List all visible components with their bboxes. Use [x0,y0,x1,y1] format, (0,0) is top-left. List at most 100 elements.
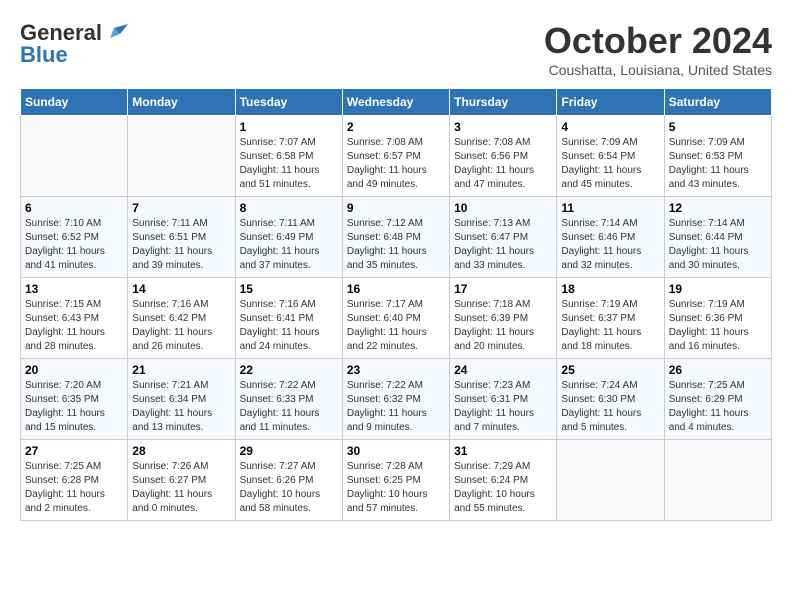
day-info: Sunrise: 7:17 AM Sunset: 6:40 PM Dayligh… [347,298,445,354]
day-number: 7 [132,201,230,215]
day-number: 9 [347,201,445,215]
day-info: Sunrise: 7:25 AM Sunset: 6:29 PM Dayligh… [669,379,767,435]
calendar-cell: 1 Sunrise: 7:07 AM Sunset: 6:58 PM Daylig… [235,116,342,197]
day-info: Sunrise: 7:14 AM Sunset: 6:44 PM Dayligh… [669,217,767,273]
month-title: October 2024 [544,20,772,62]
day-number: 12 [669,201,767,215]
day-info: Sunrise: 7:10 AM Sunset: 6:52 PM Dayligh… [25,217,123,273]
calendar-cell: 10 Sunrise: 7:13 AM Sunset: 6:47 PM Dayli… [450,197,557,278]
day-number: 6 [25,201,123,215]
day-info: Sunrise: 7:23 AM Sunset: 6:31 PM Dayligh… [454,379,552,435]
weekday-header-friday: Friday [557,89,664,116]
calendar-cell [21,116,128,197]
day-info: Sunrise: 7:24 AM Sunset: 6:30 PM Dayligh… [561,379,659,435]
calendar-cell: 29Sunrise: 7:27 AM Sunset: 6:26 PM Dayli… [235,440,342,521]
day-number: 15 [240,282,338,296]
calendar-cell: 24 Sunrise: 7:23 AM Sunset: 6:31 PM Dayli… [450,359,557,440]
calendar-cell: 16 Sunrise: 7:17 AM Sunset: 6:40 PM Dayli… [342,278,449,359]
calendar-cell: 27 Sunrise: 7:25 AM Sunset: 6:28 PM Dayli… [21,440,128,521]
calendar-cell: 28 Sunrise: 7:26 AM Sunset: 6:27 PM Dayli… [128,440,235,521]
calendar-cell: 9 Sunrise: 7:12 AM Sunset: 6:48 PM Daylig… [342,197,449,278]
location-subtitle: Coushatta, Louisiana, United States [544,62,772,78]
calendar-cell: 6 Sunrise: 7:10 AM Sunset: 6:52 PM Daylig… [21,197,128,278]
calendar-cell: 7Sunrise: 7:11 AM Sunset: 6:51 PM Daylig… [128,197,235,278]
calendar-table: SundayMondayTuesdayWednesdayThursdayFrid… [20,88,772,521]
day-number: 13 [25,282,123,296]
day-number: 11 [561,201,659,215]
day-number: 19 [669,282,767,296]
day-info: Sunrise: 7:25 AM Sunset: 6:28 PM Dayligh… [25,460,123,516]
calendar-cell: 21Sunrise: 7:21 AM Sunset: 6:34 PM Dayli… [128,359,235,440]
page-header: General Blue October 2024 Coushatta, Lou… [20,20,772,78]
title-block: October 2024 Coushatta, Louisiana, Unite… [544,20,772,78]
weekday-header-row: SundayMondayTuesdayWednesdayThursdayFrid… [21,89,772,116]
calendar-cell [664,440,771,521]
day-number: 28 [132,444,230,458]
weekday-header-saturday: Saturday [664,89,771,116]
calendar-cell [128,116,235,197]
day-number: 1 [240,120,338,134]
day-number: 26 [669,363,767,377]
day-info: Sunrise: 7:07 AM Sunset: 6:58 PM Dayligh… [240,136,338,192]
calendar-cell: 22Sunrise: 7:22 AM Sunset: 6:33 PM Dayli… [235,359,342,440]
calendar-week-row: 1 Sunrise: 7:07 AM Sunset: 6:58 PM Daylig… [21,116,772,197]
weekday-header-sunday: Sunday [21,89,128,116]
weekday-header-wednesday: Wednesday [342,89,449,116]
day-info: Sunrise: 7:27 AM Sunset: 6:26 PM Dayligh… [240,460,338,516]
day-number: 18 [561,282,659,296]
calendar-cell: 25 Sunrise: 7:24 AM Sunset: 6:30 PM Dayli… [557,359,664,440]
day-info: Sunrise: 7:16 AM Sunset: 6:41 PM Dayligh… [240,298,338,354]
calendar-cell: 12 Sunrise: 7:14 AM Sunset: 6:44 PM Dayli… [664,197,771,278]
calendar-cell: 13 Sunrise: 7:15 AM Sunset: 6:43 PM Dayli… [21,278,128,359]
day-number: 24 [454,363,552,377]
day-info: Sunrise: 7:12 AM Sunset: 6:48 PM Dayligh… [347,217,445,273]
logo: General Blue [20,20,128,68]
day-number: 20 [25,363,123,377]
weekday-header-monday: Monday [128,89,235,116]
calendar-cell: 15 Sunrise: 7:16 AM Sunset: 6:41 PM Dayli… [235,278,342,359]
day-info: Sunrise: 7:14 AM Sunset: 6:46 PM Dayligh… [561,217,659,273]
calendar-cell: 30 Sunrise: 7:28 AM Sunset: 6:25 PM Dayli… [342,440,449,521]
day-number: 8 [240,201,338,215]
logo-text-blue: Blue [20,42,68,68]
day-info: Sunrise: 7:15 AM Sunset: 6:43 PM Dayligh… [25,298,123,354]
calendar-week-row: 13 Sunrise: 7:15 AM Sunset: 6:43 PM Dayli… [21,278,772,359]
calendar-cell: 4 Sunrise: 7:09 AM Sunset: 6:54 PM Daylig… [557,116,664,197]
day-number: 27 [25,444,123,458]
logo-bird-icon [106,24,128,42]
day-info: Sunrise: 7:09 AM Sunset: 6:53 PM Dayligh… [669,136,767,192]
day-info: Sunrise: 7:26 AM Sunset: 6:27 PM Dayligh… [132,460,230,516]
day-info: Sunrise: 7:28 AM Sunset: 6:25 PM Dayligh… [347,460,445,516]
weekday-header-tuesday: Tuesday [235,89,342,116]
day-info: Sunrise: 7:19 AM Sunset: 6:36 PM Dayligh… [669,298,767,354]
day-number: 16 [347,282,445,296]
day-number: 30 [347,444,445,458]
calendar-week-row: 27 Sunrise: 7:25 AM Sunset: 6:28 PM Dayli… [21,440,772,521]
day-info: Sunrise: 7:13 AM Sunset: 6:47 PM Dayligh… [454,217,552,273]
day-info: Sunrise: 7:16 AM Sunset: 6:42 PM Dayligh… [132,298,230,354]
calendar-cell: 11 Sunrise: 7:14 AM Sunset: 6:46 PM Dayli… [557,197,664,278]
day-number: 4 [561,120,659,134]
day-number: 21 [132,363,230,377]
day-info: Sunrise: 7:29 AM Sunset: 6:24 PM Dayligh… [454,460,552,516]
day-info: Sunrise: 7:22 AM Sunset: 6:33 PM Dayligh… [240,379,338,435]
day-number: 5 [669,120,767,134]
day-number: 10 [454,201,552,215]
calendar-cell: 17Sunrise: 7:18 AM Sunset: 6:39 PM Dayli… [450,278,557,359]
day-info: Sunrise: 7:19 AM Sunset: 6:37 PM Dayligh… [561,298,659,354]
calendar-cell: 5 Sunrise: 7:09 AM Sunset: 6:53 PM Daylig… [664,116,771,197]
day-number: 14 [132,282,230,296]
day-number: 3 [454,120,552,134]
calendar-cell: 26 Sunrise: 7:25 AM Sunset: 6:29 PM Dayli… [664,359,771,440]
calendar-cell: 20Sunrise: 7:20 AM Sunset: 6:35 PM Dayli… [21,359,128,440]
calendar-week-row: 6 Sunrise: 7:10 AM Sunset: 6:52 PM Daylig… [21,197,772,278]
calendar-cell [557,440,664,521]
day-info: Sunrise: 7:09 AM Sunset: 6:54 PM Dayligh… [561,136,659,192]
calendar-cell: 2Sunrise: 7:08 AM Sunset: 6:57 PM Daylig… [342,116,449,197]
day-info: Sunrise: 7:11 AM Sunset: 6:49 PM Dayligh… [240,217,338,273]
day-number: 25 [561,363,659,377]
day-info: Sunrise: 7:08 AM Sunset: 6:56 PM Dayligh… [454,136,552,192]
calendar-cell: 8 Sunrise: 7:11 AM Sunset: 6:49 PM Daylig… [235,197,342,278]
calendar-cell: 23Sunrise: 7:22 AM Sunset: 6:32 PM Dayli… [342,359,449,440]
calendar-cell: 18 Sunrise: 7:19 AM Sunset: 6:37 PM Dayli… [557,278,664,359]
